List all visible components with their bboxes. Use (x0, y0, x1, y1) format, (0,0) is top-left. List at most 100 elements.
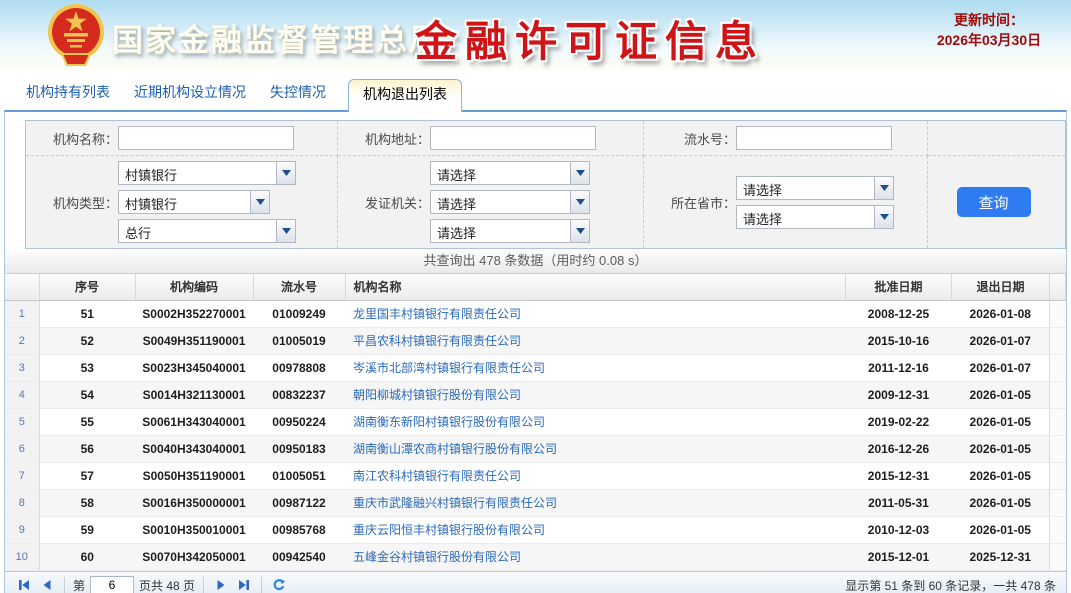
issuing-authority-select-1[interactable]: 请选择 (430, 161, 590, 185)
search-button[interactable]: 查询 (957, 187, 1031, 217)
province-select-value: 请选择 (737, 177, 874, 199)
cell-org-name: 平昌农科村镇银行有限责任公司 (345, 327, 846, 354)
issuing-authority-select-3[interactable]: 请选择 (430, 219, 590, 243)
table-row: 757S0050H35119000101005051南江农科村镇银行有限责任公司… (5, 462, 1066, 489)
header-org-name: 机构名称 (345, 274, 846, 300)
org-type-field: 机构类型： 村镇银行村镇银行总行 (26, 156, 338, 248)
page-title: 金融许可证信息 (415, 8, 765, 69)
org-name-input[interactable] (118, 126, 294, 150)
serial-no-label: 流水号： (644, 129, 736, 148)
cell-seq: 53 (39, 354, 135, 381)
page-number-input[interactable] (90, 576, 134, 593)
province-select-1[interactable]: 请选择 (736, 176, 894, 200)
province-selects: 请选择请选择 (736, 176, 894, 229)
cell-exit-date: 2026-01-05 (952, 462, 1050, 489)
cell-seq: 52 (39, 327, 135, 354)
table-row: 858S0016H35000000100987122重庆市武隆融兴村镇银行有限责… (5, 489, 1066, 516)
cell-serial: 00985768 (253, 516, 345, 543)
cell-serial: 00987122 (253, 489, 345, 516)
header-approve-date: 批准日期 (846, 274, 952, 300)
row-spacer (1050, 381, 1066, 408)
header-row-index (5, 274, 39, 300)
cell-approve-date: 2016-12-26 (846, 435, 952, 462)
cell-seq: 56 (39, 435, 135, 462)
cell-org-code: S0023H345040001 (135, 354, 253, 381)
cell-seq: 51 (39, 300, 135, 327)
header-seq: 序号 (39, 274, 135, 300)
tab-exit-list[interactable]: 机构退出列表 (348, 79, 462, 112)
org-name-link[interactable]: 朝阳柳城村镇银行股份有限公司 (353, 388, 521, 402)
serial-no-field: 流水号： (644, 121, 928, 156)
province-label: 所在省市： (644, 193, 736, 212)
org-type-select-3[interactable]: 总行 (118, 219, 296, 243)
cell-org-name: 湖南衡山潭农商村镇银行股份有限公司 (345, 435, 846, 462)
row-index: 7 (5, 462, 39, 489)
cell-org-code: S0050H351190001 (135, 462, 253, 489)
table-row: 252S0049H35119000101005019平昌农科村镇银行有限责任公司… (5, 327, 1066, 354)
org-type-select-1[interactable]: 村镇银行 (118, 161, 296, 185)
org-type-select-2[interactable]: 村镇银行 (118, 190, 270, 214)
cell-seq: 59 (39, 516, 135, 543)
org-name-link[interactable]: 岑溪市北部湾村镇银行有限责任公司 (353, 361, 545, 375)
chevron-down-icon[interactable] (250, 191, 269, 213)
org-type-label: 机构类型： (26, 193, 118, 212)
row-index: 6 (5, 435, 39, 462)
pager-separator (64, 577, 65, 593)
cell-approve-date: 2008-12-25 (846, 300, 952, 327)
chevron-down-icon[interactable] (276, 162, 295, 184)
row-spacer (1050, 489, 1066, 516)
issuing-authority-selects: 请选择请选择请选择 (430, 161, 590, 243)
cell-exit-date: 2026-01-05 (952, 516, 1050, 543)
issuing-authority-select-value: 请选择 (431, 162, 570, 184)
chevron-down-icon[interactable] (570, 162, 589, 184)
chevron-down-icon[interactable] (276, 220, 295, 242)
cell-approve-date: 2015-12-01 (846, 543, 952, 570)
tab-holding-list[interactable]: 机构持有列表 (14, 78, 122, 110)
refresh-icon[interactable] (270, 576, 288, 593)
cell-org-code: S0014H321130001 (135, 381, 253, 408)
next-page-icon[interactable] (212, 576, 230, 593)
org-name-link[interactable]: 平昌农科村镇银行有限责任公司 (353, 334, 521, 348)
cell-exit-date: 2026-01-08 (952, 300, 1050, 327)
cell-org-code: S0010H350010001 (135, 516, 253, 543)
chevron-down-icon[interactable] (570, 191, 589, 213)
first-page-icon[interactable] (15, 576, 33, 593)
org-name-link[interactable]: 重庆市武隆融兴村镇银行有限责任公司 (353, 496, 557, 510)
cell-exit-date: 2026-01-05 (952, 489, 1050, 516)
issuing-authority-select-value: 请选择 (431, 191, 570, 213)
tab-recent-establishment[interactable]: 近期机构设立情况 (122, 78, 258, 110)
org-type-select-value: 村镇银行 (119, 162, 276, 184)
province-select-2[interactable]: 请选择 (736, 205, 894, 229)
tab-out-of-control[interactable]: 失控情况 (258, 78, 338, 110)
org-name-field: 机构名称： (26, 121, 338, 156)
org-name-link[interactable]: 重庆云阳恒丰村镇银行股份有限公司 (353, 523, 545, 537)
issuing-authority-select-2[interactable]: 请选择 (430, 190, 590, 214)
row-spacer (1050, 435, 1066, 462)
cell-serial: 00978808 (253, 354, 345, 381)
org-address-input[interactable] (430, 126, 596, 150)
issuing-authority-label: 发证机关： (338, 193, 430, 212)
page-prefix-label: 第 (73, 577, 85, 593)
query-form: 机构名称： 机构地址： 流水号： 机构类型： 村镇银行村镇银行总行 发证机关： … (25, 120, 1066, 249)
last-page-icon[interactable] (235, 576, 253, 593)
agency-name: 国家金融监督管理总局 (112, 15, 442, 60)
row-index: 8 (5, 489, 39, 516)
chevron-down-icon[interactable] (874, 206, 893, 228)
cell-serial: 00950183 (253, 435, 345, 462)
record-range-summary: 显示第 51 条到 60 条记录，一共 478 条 (845, 577, 1056, 593)
org-name-link[interactable]: 湖南衡东新阳村镇银行股份有限公司 (353, 415, 545, 429)
content-panel: 机构名称： 机构地址： 流水号： 机构类型： 村镇银行村镇银行总行 发证机关： … (4, 110, 1067, 593)
serial-no-input[interactable] (736, 126, 892, 150)
cell-org-code: S0049H351190001 (135, 327, 253, 354)
org-name-link[interactable]: 五峰金谷村镇银行股份有限公司 (353, 550, 521, 564)
chevron-down-icon[interactable] (570, 220, 589, 242)
org-name-link[interactable]: 南江农科村镇银行有限责任公司 (353, 469, 521, 483)
row-spacer (1050, 408, 1066, 435)
prev-page-icon[interactable] (38, 576, 56, 593)
chevron-down-icon[interactable] (874, 177, 893, 199)
cell-exit-date: 2025-12-31 (952, 543, 1050, 570)
org-name-link[interactable]: 湖南衡山潭农商村镇银行股份有限公司 (353, 442, 557, 456)
org-name-label: 机构名称： (26, 129, 118, 148)
org-name-link[interactable]: 龙里国丰村镇银行有限责任公司 (353, 307, 521, 321)
row-index: 1 (5, 300, 39, 327)
